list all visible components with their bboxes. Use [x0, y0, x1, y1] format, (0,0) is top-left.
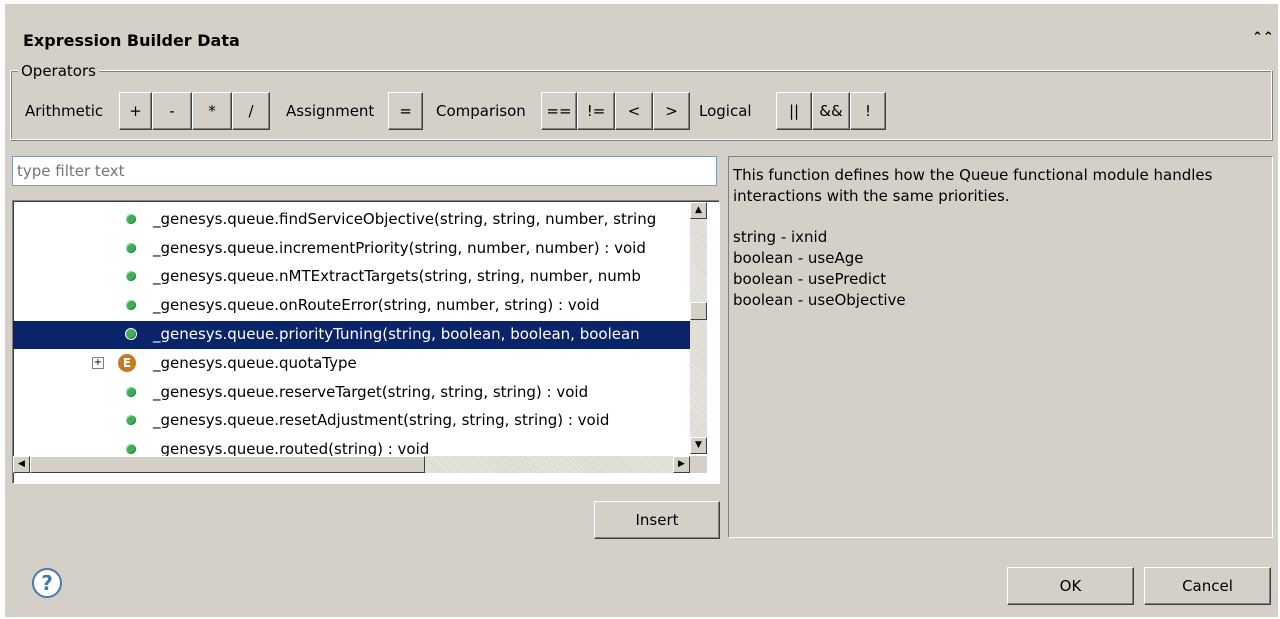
- vertical-scroll-thumb[interactable]: [690, 302, 707, 320]
- operator-less-than-button[interactable]: <: [615, 92, 653, 130]
- insert-button[interactable]: Insert: [594, 501, 720, 539]
- tree-item[interactable]: _genesys.queue.reserveTarget(string, str…: [13, 379, 691, 407]
- operator-assign-button[interactable]: =: [388, 92, 423, 130]
- operator-or-button[interactable]: ||: [776, 92, 812, 130]
- filter-input[interactable]: [12, 156, 717, 186]
- tree-horizontal-scrollbar[interactable]: ◀ ▶: [13, 456, 690, 473]
- description-param: boolean - useAge: [733, 249, 864, 267]
- function-bullet-icon: [126, 444, 136, 454]
- ok-button[interactable]: OK: [1007, 567, 1134, 605]
- operator-equals-button[interactable]: ==: [541, 92, 577, 130]
- tree-item-selected[interactable]: _genesys.queue.priorityTuning(string, bo…: [13, 321, 691, 349]
- operator-greater-than-button[interactable]: >: [653, 92, 690, 130]
- expand-plus-icon[interactable]: +: [92, 357, 104, 369]
- scroll-right-arrow-icon[interactable]: ▶: [673, 456, 690, 473]
- tree-item[interactable]: _genesys.queue.resetAdjustment(string, s…: [13, 407, 691, 435]
- operator-minus-button[interactable]: -: [152, 92, 192, 130]
- function-bullet-icon: [126, 243, 136, 253]
- description-param: string - ixnid: [733, 228, 828, 246]
- operator-not-equals-button[interactable]: !=: [577, 92, 615, 130]
- operator-and-button[interactable]: &&: [812, 92, 850, 130]
- operator-multiply-button[interactable]: *: [192, 92, 232, 130]
- help-icon[interactable]: ?: [32, 568, 62, 598]
- tree-item[interactable]: _genesys.queue.nMTExtractTargets(string,…: [13, 263, 691, 291]
- assignment-label: Assignment: [286, 102, 375, 120]
- scroll-left-arrow-icon[interactable]: ◀: [13, 456, 30, 473]
- scrollbar-corner: [690, 456, 707, 473]
- cancel-button[interactable]: Cancel: [1144, 567, 1271, 605]
- enum-icon: E: [118, 354, 136, 372]
- scroll-up-arrow-icon[interactable]: ▲: [690, 202, 707, 219]
- logical-label: Logical: [699, 102, 752, 120]
- function-bullet-icon: [126, 300, 136, 310]
- function-bullet-icon: [126, 415, 136, 425]
- operators-row: Arithmetic + - * / Assignment = Comparis…: [16, 92, 1280, 132]
- description-pane: This function defines how the Queue func…: [728, 156, 1273, 538]
- description-param: boolean - useObjective: [733, 291, 906, 309]
- operator-divide-button[interactable]: /: [232, 92, 270, 130]
- function-bullet-icon: [126, 329, 136, 339]
- tree-item[interactable]: _genesys.queue.findServiceObjective(stri…: [13, 206, 691, 234]
- tree-item[interactable]: _genesys.queue.onRouteError(string, numb…: [13, 292, 691, 320]
- comparison-label: Comparison: [436, 102, 526, 120]
- dialog-title: Expression Builder Data: [23, 31, 240, 50]
- operators-group-label: Operators: [18, 62, 99, 80]
- collapse-chevron-icon[interactable]: ⌃⌃: [1252, 31, 1274, 45]
- tree-item[interactable]: + E _genesys.queue.quotaType: [13, 350, 691, 378]
- function-bullet-icon: [126, 214, 136, 224]
- arithmetic-label: Arithmetic: [25, 102, 104, 120]
- operator-not-button[interactable]: !: [850, 92, 886, 130]
- description-param: boolean - usePredict: [733, 270, 887, 288]
- description-summary: This function defines how the Queue func…: [733, 166, 1213, 205]
- function-tree[interactable]: _genesys.queue.findServiceObjective(stri…: [12, 200, 720, 484]
- tree-vertical-scrollbar[interactable]: ▲ ▼: [690, 202, 707, 454]
- function-bullet-icon: [126, 271, 136, 281]
- function-bullet-icon: [126, 387, 136, 397]
- operator-plus-button[interactable]: +: [119, 92, 152, 130]
- scroll-down-arrow-icon[interactable]: ▼: [690, 437, 707, 454]
- tree-item[interactable]: _genesys.queue.incrementPriority(string,…: [13, 235, 691, 263]
- horizontal-scroll-thumb[interactable]: [30, 456, 425, 473]
